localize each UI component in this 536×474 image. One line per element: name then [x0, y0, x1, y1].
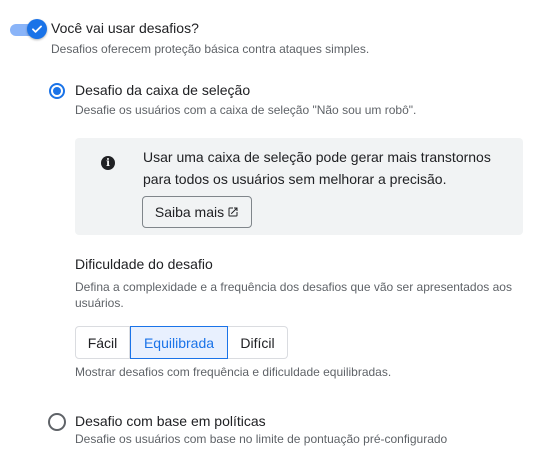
info-icon: i	[101, 156, 115, 170]
option-policy-challenge-description: Desafie os usuários com base no limite d…	[75, 432, 448, 446]
challenge-question-subtitle: Desafios oferecem proteção básica contra…	[51, 42, 370, 56]
difficulty-title: Dificuldade do desafio	[75, 256, 213, 272]
difficulty-segmented-control: Fácil Equilibrada Difícil	[75, 326, 288, 359]
open-in-new-icon	[228, 207, 238, 217]
option-checkbox-challenge-description: Desafie os usuários com a caixa de seleç…	[75, 103, 417, 117]
radio-checkbox-challenge[interactable]	[49, 83, 65, 99]
info-text: Usar uma caixa de seleção pode gerar mai…	[143, 149, 491, 187]
difficulty-description: Defina a complexidade e a frequência dos…	[75, 280, 512, 310]
radio-policy-challenge[interactable]	[48, 413, 66, 431]
difficulty-hard-button[interactable]: Difícil	[228, 326, 288, 359]
challenge-toggle[interactable]	[27, 19, 47, 39]
difficulty-note: Mostrar desafios com frequência e dificu…	[75, 365, 392, 379]
option-policy-challenge-title[interactable]: Desafio com base em políticas	[75, 413, 266, 429]
challenge-question-title: Você vai usar desafios?	[51, 20, 199, 36]
learn-more-button[interactable]: Saiba mais	[142, 196, 252, 228]
difficulty-balanced-button[interactable]: Equilibrada	[130, 326, 228, 359]
radio-selected-dot	[53, 87, 61, 95]
check-icon	[32, 25, 42, 33]
difficulty-easy-button[interactable]: Fácil	[75, 326, 130, 359]
learn-more-label: Saiba mais	[154, 204, 225, 220]
option-checkbox-challenge-title[interactable]: Desafio da caixa de seleção	[75, 82, 250, 98]
